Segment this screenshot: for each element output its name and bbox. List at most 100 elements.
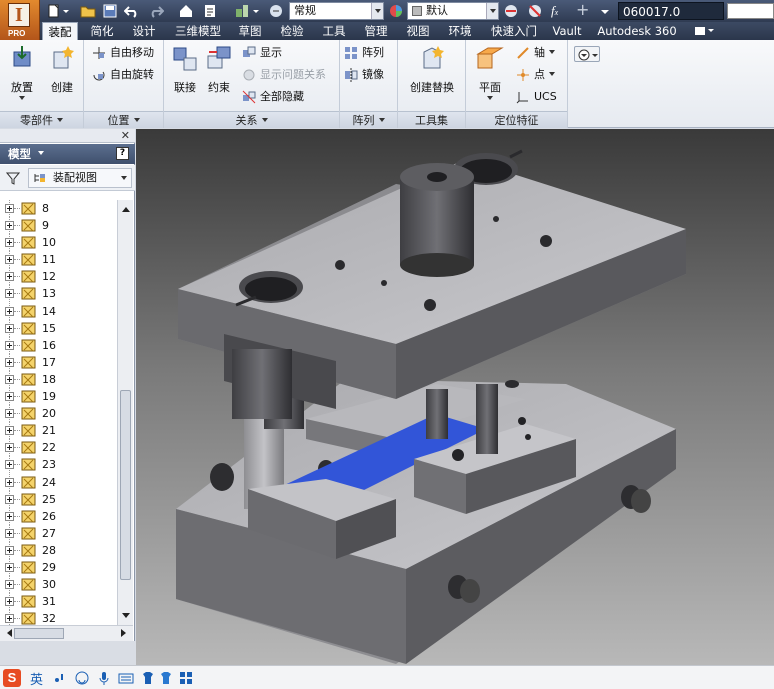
expand-icon[interactable] bbox=[5, 460, 14, 470]
scroll-thumb[interactable] bbox=[14, 628, 64, 639]
tree-item[interactable]: 26 bbox=[0, 507, 117, 525]
expand-icon[interactable] bbox=[5, 374, 14, 384]
create-substitute-button[interactable]: 创建替换 bbox=[402, 44, 462, 95]
undo-icon[interactable] bbox=[124, 3, 140, 19]
tree-item[interactable]: 16 bbox=[0, 336, 117, 354]
joint-button[interactable]: 联接 bbox=[170, 44, 200, 95]
tab-assemble[interactable]: 装配 bbox=[42, 22, 78, 41]
tab-environments[interactable]: 环境 bbox=[442, 22, 478, 40]
expand-icon[interactable] bbox=[5, 409, 14, 419]
expand-icon[interactable] bbox=[5, 204, 14, 213]
expand-icon[interactable] bbox=[5, 357, 14, 367]
expand-icon[interactable] bbox=[5, 340, 14, 350]
tree-item[interactable]: 21 bbox=[0, 422, 117, 440]
tab-design[interactable]: 设计 bbox=[126, 22, 162, 40]
free-move-button[interactable]: 自由移动 bbox=[90, 44, 154, 62]
tab-autodesk-360[interactable]: Autodesk 360 bbox=[592, 22, 682, 40]
constrain-button[interactable]: 约束 bbox=[204, 44, 234, 95]
expand-icon[interactable] bbox=[5, 528, 14, 538]
expand-icon[interactable] bbox=[5, 289, 14, 299]
show-button[interactable]: 显示 bbox=[240, 44, 282, 62]
ribbon-display-toggle-icon[interactable] bbox=[693, 25, 715, 37]
scroll-up-icon[interactable] bbox=[122, 203, 130, 212]
color-wheel-icon[interactable] bbox=[388, 3, 404, 19]
panel-title-position[interactable]: 位置 bbox=[84, 111, 163, 128]
close-icon[interactable]: ✕ bbox=[121, 129, 130, 142]
browser-view-dropdown[interactable]: 装配视图 bbox=[28, 168, 132, 188]
free-rotate-button[interactable]: 自由旋转 bbox=[90, 66, 154, 84]
microphone-icon[interactable] bbox=[96, 670, 112, 686]
expand-icon[interactable] bbox=[5, 255, 14, 265]
expand-icon[interactable] bbox=[5, 272, 14, 282]
expand-icon[interactable] bbox=[5, 614, 14, 624]
tree-item[interactable]: 14 bbox=[0, 302, 117, 320]
application-menu-button[interactable]: PRO bbox=[0, 0, 40, 40]
tree-item[interactable]: 22 bbox=[0, 439, 117, 457]
appearance-combo[interactable]: 默认 bbox=[407, 2, 499, 20]
home-icon[interactable] bbox=[178, 3, 194, 19]
graphics-viewport[interactable] bbox=[136, 129, 774, 665]
tree-item[interactable]: 18 bbox=[0, 370, 117, 388]
help-icon[interactable]: ? bbox=[116, 147, 129, 160]
ime-language-toggle[interactable]: 英 bbox=[30, 669, 43, 688]
tree-item[interactable]: 9 bbox=[0, 217, 117, 235]
browser-vertical-scrollbar[interactable] bbox=[117, 200, 133, 625]
expand-icon[interactable] bbox=[5, 392, 14, 402]
tree-item[interactable]: 12 bbox=[0, 268, 117, 286]
panel-title-pattern[interactable]: 阵列 bbox=[340, 111, 397, 128]
scroll-left-icon[interactable] bbox=[3, 629, 12, 637]
sogou-ime-logo-icon[interactable]: S bbox=[3, 669, 21, 687]
scroll-right-icon[interactable] bbox=[121, 629, 130, 637]
tree-item[interactable]: 29 bbox=[0, 558, 117, 576]
tree-item[interactable]: 24 bbox=[0, 473, 117, 491]
tab-get-started[interactable]: 快速入门 bbox=[484, 22, 544, 40]
appearance-adjust-icon[interactable] bbox=[503, 3, 519, 19]
expand-icon[interactable] bbox=[5, 477, 14, 487]
select-filter-icon[interactable] bbox=[234, 3, 250, 19]
tree-item[interactable]: 13 bbox=[0, 285, 117, 303]
select-dropdown-icon[interactable] bbox=[252, 3, 260, 19]
tree-item[interactable]: 10 bbox=[0, 234, 117, 252]
new-file-icon[interactable] bbox=[46, 3, 62, 19]
tree-item[interactable]: 32 bbox=[0, 610, 117, 625]
scroll-thumb[interactable] bbox=[120, 390, 131, 580]
skin-icon[interactable] bbox=[140, 670, 156, 686]
tree-item[interactable]: 20 bbox=[0, 405, 117, 423]
panel-title-work-features[interactable]: 定位特征 bbox=[466, 111, 567, 128]
emoji-icon[interactable] bbox=[74, 670, 90, 686]
filter-icon[interactable] bbox=[6, 171, 20, 185]
tree-item[interactable]: 17 bbox=[0, 353, 117, 371]
parameters-icon[interactable]: fx bbox=[551, 3, 567, 19]
update-icon[interactable] bbox=[268, 3, 284, 19]
panel-dropdown-button[interactable] bbox=[574, 46, 600, 62]
scroll-down-icon[interactable] bbox=[122, 613, 130, 622]
panel-title-relationships[interactable]: 关系 bbox=[164, 111, 339, 128]
ucs-button[interactable]: UCS bbox=[514, 88, 557, 106]
properties-icon[interactable] bbox=[202, 3, 218, 19]
expand-icon[interactable] bbox=[5, 511, 14, 521]
clear-appearance-icon[interactable] bbox=[527, 3, 543, 19]
create-button[interactable]: 创建 bbox=[44, 44, 80, 95]
customize-qat-icon[interactable] bbox=[598, 3, 612, 19]
tree-item[interactable]: 11 bbox=[0, 251, 117, 269]
expand-icon[interactable] bbox=[5, 238, 14, 248]
tab-3d-model[interactable]: 三维模型 bbox=[168, 22, 228, 40]
panel-title-productivity[interactable]: 工具集 bbox=[398, 111, 465, 128]
tab-view[interactable]: 视图 bbox=[400, 22, 436, 40]
expand-icon[interactable] bbox=[5, 545, 14, 555]
toolbox-icon[interactable] bbox=[158, 670, 174, 686]
expand-icon[interactable] bbox=[5, 426, 14, 436]
expand-icon[interactable] bbox=[5, 562, 14, 572]
browser-header[interactable]: 模型 ? bbox=[0, 144, 135, 164]
tab-vault[interactable]: Vault bbox=[548, 22, 586, 40]
keyboard-icon[interactable] bbox=[118, 670, 134, 686]
expand-icon[interactable] bbox=[5, 597, 14, 607]
grid-menu-icon[interactable] bbox=[178, 670, 194, 686]
tree-item[interactable]: 8 bbox=[0, 200, 117, 217]
tree-item[interactable]: 25 bbox=[0, 490, 117, 508]
tree-item[interactable]: 28 bbox=[0, 541, 117, 559]
tab-simplify[interactable]: 简化 bbox=[84, 22, 120, 40]
expand-icon[interactable] bbox=[5, 306, 14, 316]
panel-title-components[interactable]: 零部件 bbox=[0, 111, 83, 128]
tab-tools[interactable]: 工具 bbox=[316, 22, 352, 40]
